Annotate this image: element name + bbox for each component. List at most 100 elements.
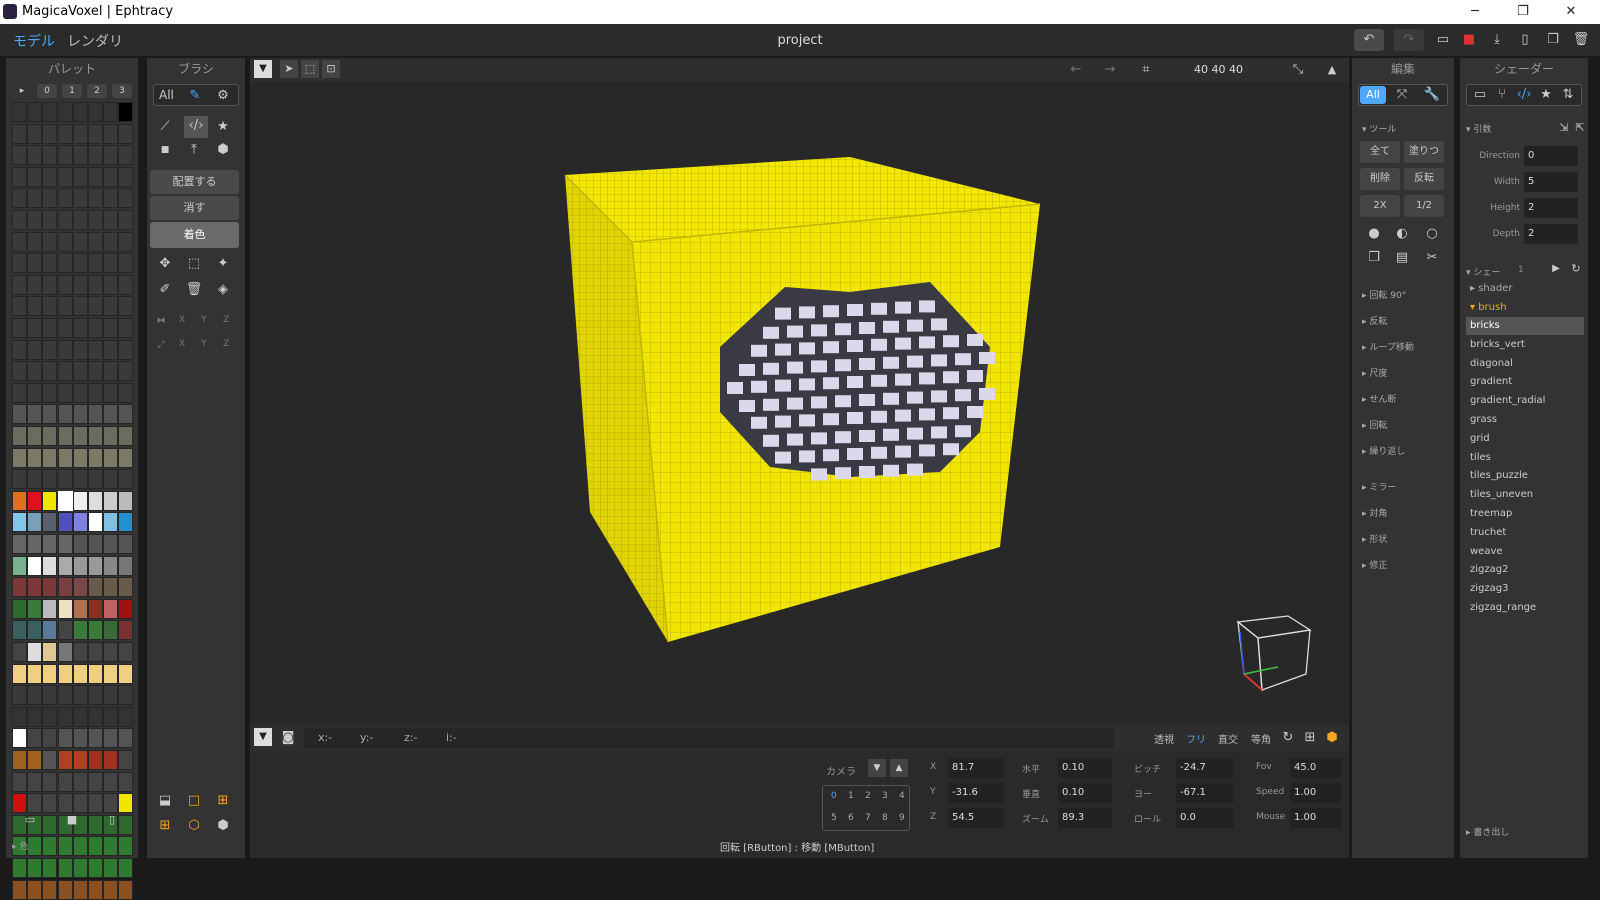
palette-swatch[interactable] (103, 274, 119, 295)
palette-swatch[interactable] (42, 382, 58, 403)
palette-swatch[interactable] (42, 447, 58, 468)
palette-swatch[interactable] (42, 188, 58, 209)
palette-swatch[interactable] (57, 210, 73, 230)
palette-swatch[interactable] (72, 447, 88, 468)
palette-swatch[interactable] (88, 123, 103, 144)
camera-slot-6[interactable]: 6 (848, 813, 854, 823)
palette-swatch[interactable] (88, 231, 103, 252)
edit-section-10[interactable]: ▸ 修正 (1362, 558, 1387, 571)
undo-icon[interactable]: ↶ (1354, 29, 1384, 51)
palette-swatch[interactable] (57, 728, 73, 749)
palette-swatch[interactable] (72, 274, 88, 295)
palette-swatch[interactable] (12, 123, 27, 144)
palette-swatch[interactable] (57, 426, 73, 446)
palette-swatch[interactable] (72, 404, 88, 425)
cam-fov-field[interactable]: 45.0 (1290, 758, 1342, 778)
palette-swatch[interactable] (103, 145, 119, 166)
color-section-toggle[interactable]: ▸ 色 (12, 839, 28, 852)
palette-swatch[interactable] (27, 123, 43, 144)
palette-swatch[interactable] (27, 469, 43, 490)
palette-swatch[interactable] (12, 447, 27, 468)
palette-swatch[interactable] (42, 685, 58, 706)
palette-swatch[interactable] (72, 836, 88, 857)
palette-swatch[interactable] (42, 555, 58, 576)
palette-swatch[interactable] (103, 469, 119, 490)
edit-section-1[interactable]: ▸ 反転 (1362, 314, 1387, 327)
palette-swatch[interactable] (57, 447, 73, 468)
edit-section-2[interactable]: ▸ ループ移動 (1362, 340, 1414, 353)
palette-swatch[interactable] (88, 339, 103, 360)
grid-view-icon[interactable]: ⊞ (1300, 728, 1320, 748)
palette-swatch[interactable] (27, 404, 43, 425)
cam-zoom-field[interactable]: 89.3 (1058, 808, 1112, 828)
world-icon[interactable]: ⊞ (155, 816, 175, 836)
cam-pitch-field[interactable]: -24.7 (1176, 758, 1234, 778)
view-perspective[interactable]: 透視 (1154, 731, 1174, 746)
lock-axis-x[interactable]: X (179, 339, 185, 349)
palette-swatch[interactable] (88, 253, 103, 274)
palette-swatch[interactable] (57, 879, 73, 900)
shader-item[interactable]: tiles_uneven (1466, 486, 1584, 504)
palette-swatch[interactable] (27, 361, 43, 382)
palette-swatch[interactable] (118, 642, 134, 662)
palette-swatch[interactable] (42, 771, 58, 792)
palette-swatch[interactable] (103, 426, 119, 446)
palette-swatch[interactable] (88, 879, 103, 900)
palette-swatch[interactable] (118, 836, 134, 857)
palette-swatch[interactable] (42, 836, 58, 857)
palette-swatch[interactable] (42, 102, 58, 122)
palette-swatch[interactable] (42, 404, 58, 425)
palette-swatch[interactable] (12, 728, 27, 749)
object-frame-icon[interactable]: □ (184, 791, 204, 811)
palette-swatch[interactable] (12, 361, 27, 382)
close-button[interactable]: ✕ (1548, 0, 1594, 24)
arg-field-3[interactable]: 2 (1524, 224, 1578, 244)
palette-swatch[interactable] (57, 253, 73, 274)
palette-swatch[interactable] (88, 318, 103, 338)
palette-swatch[interactable] (72, 469, 88, 490)
palette-swatch[interactable] (103, 771, 119, 792)
palette-swatch[interactable] (118, 339, 134, 360)
palette-swatch[interactable] (27, 490, 43, 511)
palette-tab-2[interactable]: 1 (62, 84, 82, 98)
palette-swatch[interactable] (118, 750, 134, 770)
cam-speed-field[interactable]: 1.00 (1290, 783, 1342, 803)
palette-swatch[interactable] (118, 382, 134, 403)
frame-select-icon[interactable]: ⬚ (301, 60, 319, 78)
palette-tab-3[interactable]: 2 (87, 84, 107, 98)
palette-swatch[interactable] (88, 426, 103, 446)
palette-swatch[interactable] (103, 404, 119, 425)
palette-swatch[interactable] (118, 210, 134, 230)
palette-swatch[interactable] (42, 123, 58, 144)
palette-swatch[interactable] (88, 188, 103, 209)
palette-swatch[interactable] (27, 166, 43, 187)
brush-filter-all[interactable]: All (159, 88, 174, 102)
lock-axis-z[interactable]: Z (223, 339, 229, 349)
palette-swatch[interactable] (57, 166, 73, 187)
palette-swatch[interactable] (118, 253, 134, 274)
mirror-icon[interactable]: ⧓ (151, 311, 171, 331)
palette-swatch[interactable] (57, 469, 73, 490)
palette-swatch[interactable] (103, 123, 119, 144)
copy-icon[interactable]: ❐ (1364, 248, 1384, 268)
cam-z-field[interactable]: 54.5 (948, 808, 1004, 828)
edit-btn-1[interactable]: 塗りつ (1404, 141, 1444, 163)
shader-star-icon[interactable]: ★ (1536, 85, 1556, 105)
palette-swatch[interactable] (88, 642, 103, 662)
code-brush-icon[interactable]: ‹/› (184, 116, 208, 138)
shader-item[interactable]: zigzag_range (1466, 599, 1584, 617)
palette-swatch[interactable] (103, 382, 119, 403)
palette-swatch[interactable] (27, 534, 43, 554)
palette-swatch[interactable] (88, 685, 103, 706)
eyedropper-icon[interactable]: ✐ (155, 280, 175, 300)
palette-swatch[interactable] (12, 253, 27, 274)
palette-swatch[interactable] (118, 426, 134, 446)
open-folder-icon[interactable]: ▭ (1432, 29, 1454, 51)
palette-swatch[interactable] (118, 123, 134, 144)
palette-swatch[interactable] (27, 512, 43, 533)
edit-filter-all[interactable]: All (1360, 86, 1386, 104)
sphere-fill-icon[interactable]: ● (1364, 224, 1384, 244)
palette-swatch[interactable] (27, 253, 43, 274)
arg-field-1[interactable]: 5 (1524, 172, 1578, 192)
palette-swatch[interactable] (88, 555, 103, 576)
